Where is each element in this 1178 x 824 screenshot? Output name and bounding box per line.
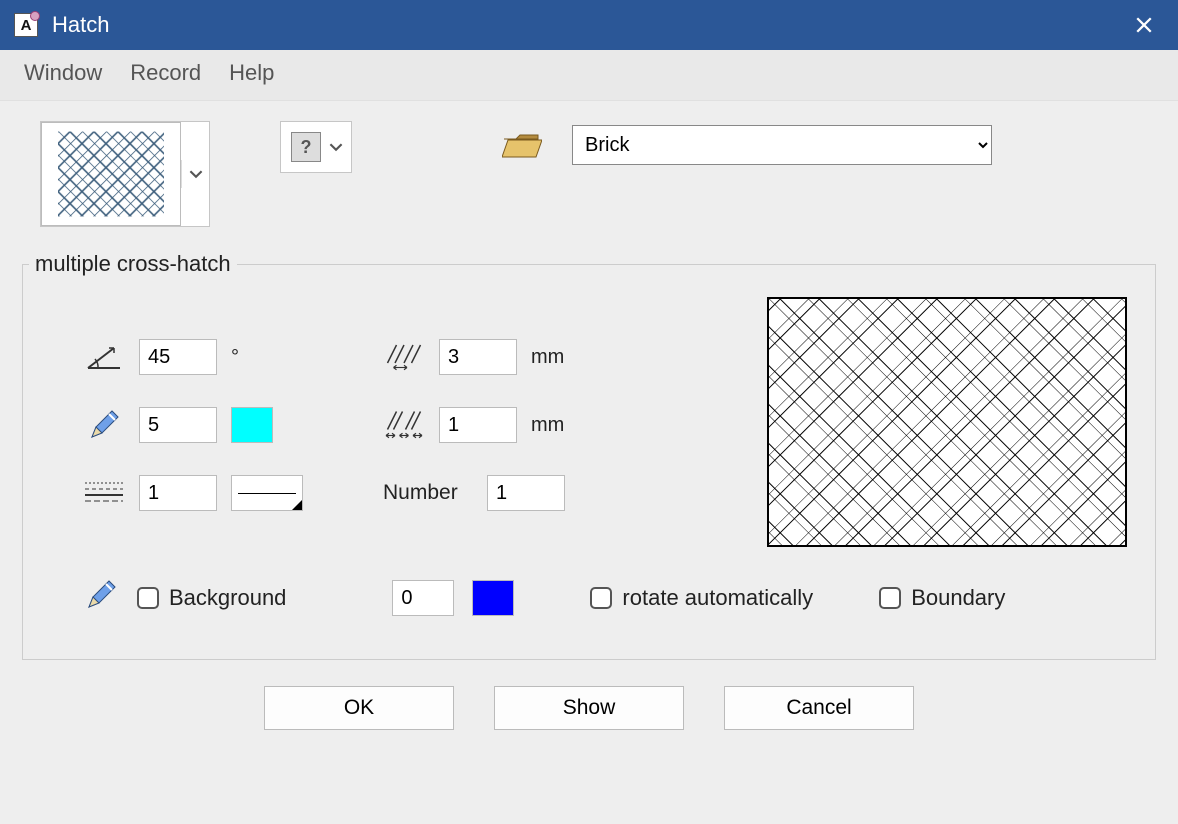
boundary-label: Boundary	[911, 585, 1005, 611]
rotate-label: rotate automatically	[622, 585, 813, 611]
distance-row: mm	[383, 337, 643, 377]
cancel-button[interactable]: Cancel	[724, 686, 914, 730]
number-label: Number	[383, 481, 473, 505]
hatch-preview	[767, 297, 1127, 547]
menu-bar: Window Record Help	[0, 50, 1178, 101]
pattern-select[interactable]: Brick	[572, 125, 992, 165]
options-row: Background rotate automatically Boundary	[83, 577, 1127, 619]
linestyle-picker[interactable]	[231, 475, 303, 511]
hatch-preview-svg	[769, 299, 1125, 545]
chevron-down-icon	[329, 140, 343, 154]
pencil-icon	[83, 407, 125, 443]
background-checkbox[interactable]: Background	[137, 585, 286, 611]
background-input[interactable]	[392, 580, 454, 616]
ok-button[interactable]: OK	[264, 686, 454, 730]
menu-record[interactable]: Record	[130, 60, 201, 86]
show-button[interactable]: Show	[494, 686, 684, 730]
angle-input[interactable]	[139, 339, 217, 375]
group-legend: multiple cross-hatch	[29, 251, 237, 277]
spacing-icon	[383, 405, 425, 445]
distance-input[interactable]	[439, 339, 517, 375]
chevron-down-icon	[189, 167, 203, 181]
background-label: Background	[169, 585, 286, 611]
distance-icon	[383, 337, 425, 377]
dialog-content: ? Brick multiple cross-hatch	[0, 101, 1178, 740]
folder-icon	[502, 131, 542, 161]
pen-input[interactable]	[139, 407, 217, 443]
number-row: Number	[383, 473, 643, 513]
pen-color-swatch[interactable]	[231, 407, 273, 443]
linetype-icon	[83, 479, 125, 507]
question-icon: ?	[291, 132, 321, 162]
middle-column: mm	[383, 337, 643, 547]
boundary-checkbox[interactable]: Boundary	[879, 585, 1005, 611]
linetype-row	[83, 473, 343, 513]
folder-button[interactable]	[502, 121, 542, 167]
pattern-dropdown-button[interactable]	[181, 160, 209, 188]
angle-icon	[83, 342, 125, 372]
rotate-checkbox[interactable]: rotate automatically	[590, 585, 813, 611]
hatch-params-group: multiple cross-hatch °	[22, 251, 1156, 660]
left-column: °	[83, 337, 343, 547]
checkbox-box	[879, 587, 901, 609]
spacing-input[interactable]	[439, 407, 517, 443]
angle-row: °	[83, 337, 343, 377]
menu-help[interactable]: Help	[229, 60, 274, 86]
hatch-thumb-icon	[58, 128, 164, 220]
window-title: Hatch	[52, 12, 109, 38]
menu-window[interactable]: Window	[24, 60, 102, 86]
checkbox-box	[590, 587, 612, 609]
app-icon: A	[14, 13, 38, 37]
close-button[interactable]	[1124, 5, 1164, 45]
number-input[interactable]	[487, 475, 565, 511]
help-pattern-button[interactable]: ?	[280, 121, 352, 173]
title-bar: A Hatch	[0, 0, 1178, 50]
top-toolbar: ? Brick	[20, 121, 1158, 227]
pen-row	[83, 405, 343, 445]
pattern-preview-dropdown[interactable]	[40, 121, 210, 227]
dialog-buttons: OK Show Cancel	[20, 686, 1158, 730]
linetype-input[interactable]	[139, 475, 217, 511]
spacing-row: mm	[383, 405, 643, 445]
distance-unit: mm	[531, 346, 564, 369]
pattern-thumbnail	[41, 122, 181, 226]
angle-unit: °	[231, 346, 239, 369]
close-icon	[1135, 16, 1153, 34]
checkbox-box	[137, 587, 159, 609]
pencil-icon	[83, 577, 119, 619]
spacing-unit: mm	[531, 414, 564, 437]
background-color-swatch[interactable]	[472, 580, 514, 616]
